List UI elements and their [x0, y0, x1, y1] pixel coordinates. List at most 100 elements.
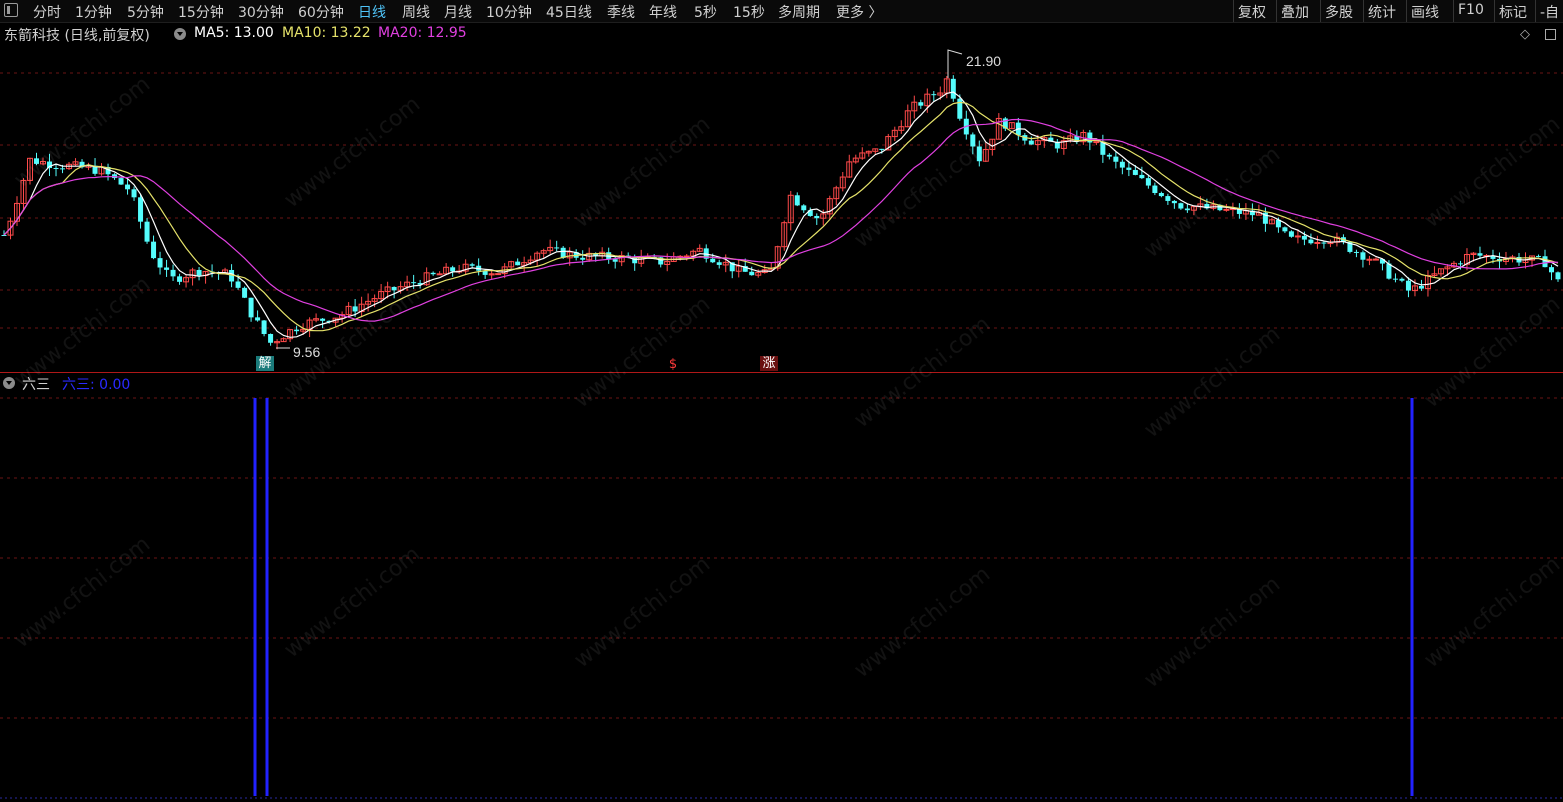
tool-button-1[interactable]: 叠加 — [1281, 2, 1309, 22]
candle-body-down — [1158, 193, 1164, 197]
candle-body-down — [1, 235, 7, 236]
tool-button-4[interactable]: 画线 — [1411, 2, 1439, 22]
candle-body-down — [1171, 200, 1177, 204]
candle-body-down — [1321, 242, 1327, 244]
toolbar-separator — [1320, 0, 1321, 22]
tool-button-5[interactable]: F10 — [1458, 2, 1484, 18]
candle-body-down — [255, 317, 261, 321]
period-tab-15[interactable]: 多周期 — [778, 2, 820, 22]
candle-body-down — [931, 94, 937, 96]
candle-body-down — [1477, 253, 1483, 256]
menu-toggle-icon[interactable] — [4, 3, 18, 17]
candle-body-down — [170, 269, 176, 277]
candle-body-down — [1178, 203, 1184, 209]
tool-button-2[interactable]: 多股 — [1325, 2, 1353, 22]
period-tab-13[interactable]: 5秒 — [694, 2, 717, 22]
tool-button-0[interactable]: 复权 — [1238, 2, 1266, 22]
candle-body-down — [196, 269, 202, 276]
candle-body-down — [749, 271, 755, 276]
candle-body-down — [1392, 278, 1398, 280]
tool-button-6[interactable]: 标记 — [1499, 2, 1527, 22]
candle-body-down — [1548, 267, 1554, 273]
candle-body-down — [1360, 252, 1366, 260]
candle-body-down — [710, 258, 716, 263]
candle-body-down — [1301, 235, 1307, 240]
pane-divider[interactable] — [0, 372, 1563, 373]
period-tab-7[interactable]: 周线 — [402, 2, 430, 22]
candle-body-down — [164, 267, 170, 270]
candle-body-down — [1399, 278, 1405, 281]
toolbar-separator — [1494, 0, 1495, 22]
candle-body-down — [1106, 154, 1112, 157]
candle-body-down — [157, 258, 163, 268]
candle-body-down — [60, 168, 66, 170]
period-tab-8[interactable]: 月线 — [444, 2, 472, 22]
toolbar-separator — [1363, 0, 1364, 22]
candle-body-down — [391, 286, 397, 291]
toolbar-separator — [1276, 0, 1277, 22]
candle-body-up — [1366, 258, 1373, 261]
unlock-marker[interactable]: 解 — [256, 356, 274, 371]
candle-body-up — [1093, 141, 1100, 144]
candle-body-down — [268, 333, 274, 343]
candle-body-down — [1282, 227, 1288, 232]
period-tab-14[interactable]: 15秒 — [733, 2, 765, 22]
candle-body-down — [138, 197, 144, 222]
ma10-line — [3, 101, 1559, 332]
candle-body-down — [1028, 140, 1034, 145]
period-tab-12[interactable]: 年线 — [649, 2, 677, 22]
candle-body-down — [261, 320, 267, 334]
candle-body-down — [950, 78, 956, 99]
period-tab-1[interactable]: 1分钟 — [75, 2, 112, 22]
candle-body-down — [1457, 263, 1463, 265]
period-tab-9[interactable]: 10分钟 — [486, 2, 532, 22]
candle-body-down — [248, 297, 254, 318]
candle-body-down — [352, 306, 358, 312]
period-tab-3[interactable]: 15分钟 — [178, 2, 224, 22]
candle-body-down — [1405, 280, 1411, 291]
period-tab-0[interactable]: 分时 — [33, 2, 61, 22]
period-tab-11[interactable]: 季线 — [607, 2, 635, 22]
period-tab-6[interactable]: 日线 — [358, 2, 386, 22]
kline-chart[interactable]: 21.909.56 — [0, 22, 1563, 802]
rise-marker[interactable]: 涨 — [760, 356, 778, 371]
candle-body-down — [411, 282, 417, 284]
period-tab-5[interactable]: 60分钟 — [298, 2, 344, 22]
candle-body-down — [1535, 255, 1541, 257]
period-tab-4[interactable]: 30分钟 — [238, 2, 284, 22]
candle-body-down — [879, 148, 885, 150]
candle-body-down — [1113, 156, 1119, 162]
tool-button-3[interactable]: 统计 — [1368, 2, 1396, 22]
candle-body-down — [1418, 285, 1424, 289]
candle-body-down — [469, 264, 475, 266]
candle-body-down — [1555, 272, 1561, 280]
tool-button-7[interactable]: -自 — [1540, 2, 1559, 22]
period-toolbar: 分时 1分钟 5分钟 15分钟 30分钟 60分钟 日线 周线 月线 10分钟 45日线 季线 年线 5秒… — [0, 0, 1563, 23]
candle-body-down — [430, 272, 436, 275]
period-tab-10[interactable]: 45日线 — [546, 2, 592, 22]
candle-body-down — [320, 318, 326, 321]
candle-body-down — [177, 276, 183, 282]
candle-body-down — [957, 98, 963, 119]
dollar-marker[interactable]: $ — [666, 357, 680, 372]
toolbar-separator — [1406, 0, 1407, 22]
candle-body-down — [1132, 169, 1138, 175]
candle-body-down — [1139, 174, 1145, 179]
candle-body-down — [612, 259, 618, 262]
candle-body-down — [242, 287, 248, 298]
candle-body-down — [235, 281, 241, 288]
ma20-line — [3, 118, 1559, 322]
candle-body-down — [918, 102, 924, 106]
sub-indicator-value: 六三: 0.00 — [62, 377, 131, 393]
period-tab-2[interactable]: 5分钟 — [127, 2, 164, 22]
candle-body-down — [1353, 251, 1359, 253]
candle-body-down — [294, 329, 300, 332]
candle-body-down — [515, 261, 521, 266]
high-price-arrow — [947, 49, 963, 78]
candle-body-down — [794, 195, 800, 206]
period-tab-16[interactable]: 更多 〉 — [836, 2, 882, 22]
candle-body-down — [1145, 178, 1151, 186]
candle-body-down — [1165, 196, 1171, 201]
candle-body-down — [554, 247, 560, 249]
candle-body-down — [801, 205, 807, 211]
